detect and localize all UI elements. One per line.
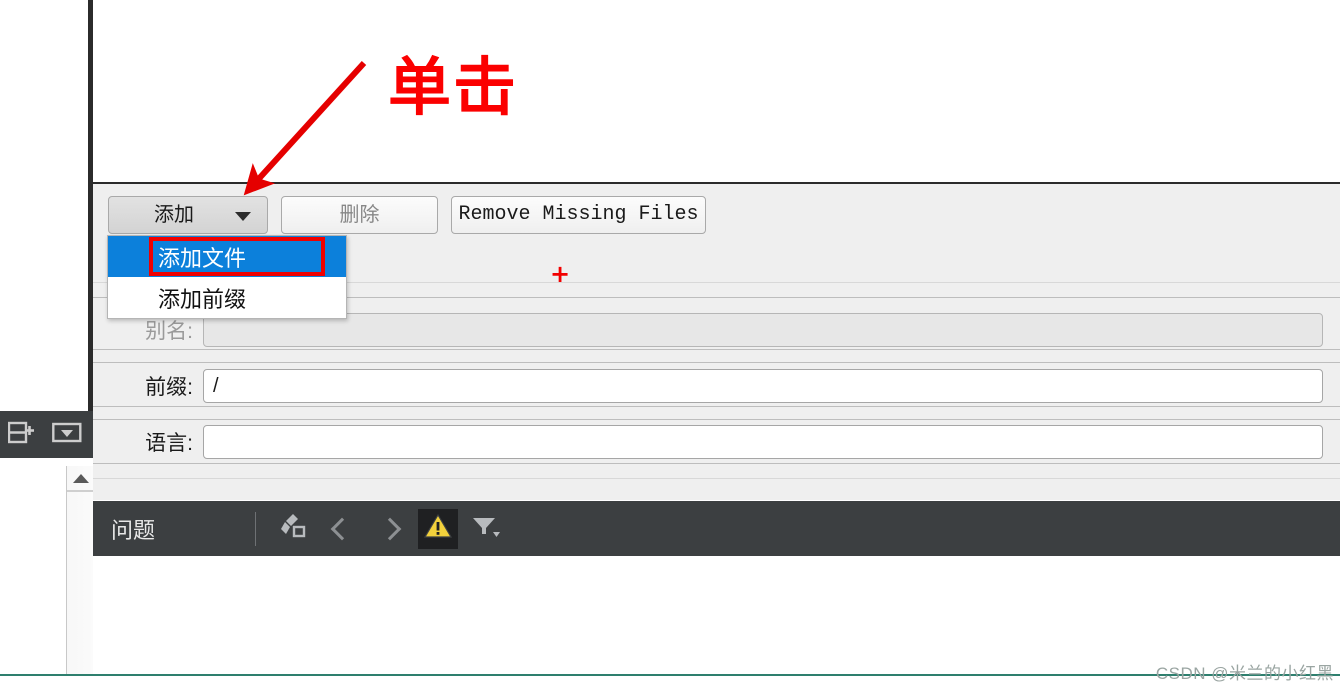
left-file-list <box>0 458 66 674</box>
prefix-label: 前缀: <box>145 376 193 399</box>
triangle-up-icon <box>72 473 89 483</box>
resource-editor-area: 添加 删除 Remove Missing Files 添加文件 添加前缀 + 别… <box>93 184 1340 500</box>
warning-filter-button[interactable] <box>418 508 459 549</box>
warning-triangle-icon <box>423 513 453 544</box>
toolbar-separator <box>255 511 257 546</box>
left-vertical-scrollbar[interactable] <box>66 466 95 674</box>
editor-blank-area <box>93 0 1340 184</box>
add-dropdown-menu[interactable]: 添加文件 添加前缀 <box>107 235 347 319</box>
divider-3 <box>93 349 1340 350</box>
main-panel: 添加 删除 Remove Missing Files 添加文件 添加前缀 + 别… <box>93 0 1340 692</box>
menu-item-add-file[interactable]: 添加文件 <box>108 236 346 277</box>
prefix-input[interactable]: / <box>203 369 1323 403</box>
alias-label: 别名: <box>145 320 193 343</box>
problems-actions <box>274 508 506 549</box>
bottom-margin <box>0 676 1340 692</box>
menu-item-add-file-label: 添加文件 <box>158 245 247 271</box>
left-column <box>0 0 95 692</box>
chevron-right-icon <box>378 517 402 540</box>
divider-8 <box>93 478 1340 479</box>
scroll-up-arrow[interactable] <box>67 466 94 492</box>
left-view-toolbar <box>0 411 93 458</box>
app-window: 添加 删除 Remove Missing Files 添加文件 添加前缀 + 别… <box>0 0 1340 692</box>
menu-item-add-prefix[interactable]: 添加前缀 <box>108 277 346 318</box>
divider-5 <box>93 406 1340 407</box>
menu-item-add-prefix-label: 添加前缀 <box>158 286 247 312</box>
field-row-language: 语言: <box>113 425 1338 459</box>
watermark-text: CSDN @米兰的小红黑 <box>1155 664 1334 683</box>
new-view-icon[interactable] <box>7 421 34 445</box>
remove-missing-files-label: Remove Missing Files <box>458 203 699 226</box>
problems-list <box>93 556 1340 674</box>
add-button-label: 添加 <box>154 204 194 226</box>
field-row-prefix: 前缀: / <box>113 369 1338 403</box>
remove-missing-files-button[interactable]: Remove Missing Files <box>451 196 706 234</box>
filter-menu-button[interactable] <box>466 509 506 549</box>
divider-7 <box>93 463 1340 464</box>
chevron-down-icon <box>235 212 251 221</box>
clear-problems-icon <box>280 513 308 544</box>
language-input[interactable] <box>203 425 1323 459</box>
filter-icon <box>471 513 501 544</box>
chevron-left-icon <box>330 517 354 540</box>
delete-button-label: 删除 <box>339 204 380 226</box>
view-menu-icon[interactable] <box>52 421 82 445</box>
language-label: 语言: <box>145 432 193 455</box>
delete-button[interactable]: 删除 <box>281 196 438 234</box>
watermark-line <box>0 674 1340 676</box>
problems-title: 问题 <box>111 517 156 543</box>
resource-toolbar: 添加 删除 Remove Missing Files <box>108 196 706 234</box>
add-button[interactable]: 添加 <box>108 196 268 234</box>
click-annotation-text: 单击 <box>388 51 518 124</box>
next-problem-button[interactable] <box>370 509 410 549</box>
previous-problem-button[interactable] <box>322 509 362 549</box>
divider-4 <box>93 362 1340 363</box>
problems-toolbar: 问题 <box>93 501 1340 556</box>
alias-input[interactable] <box>203 313 1323 347</box>
divider-6 <box>93 419 1340 420</box>
clear-problems-button[interactable] <box>274 509 314 549</box>
